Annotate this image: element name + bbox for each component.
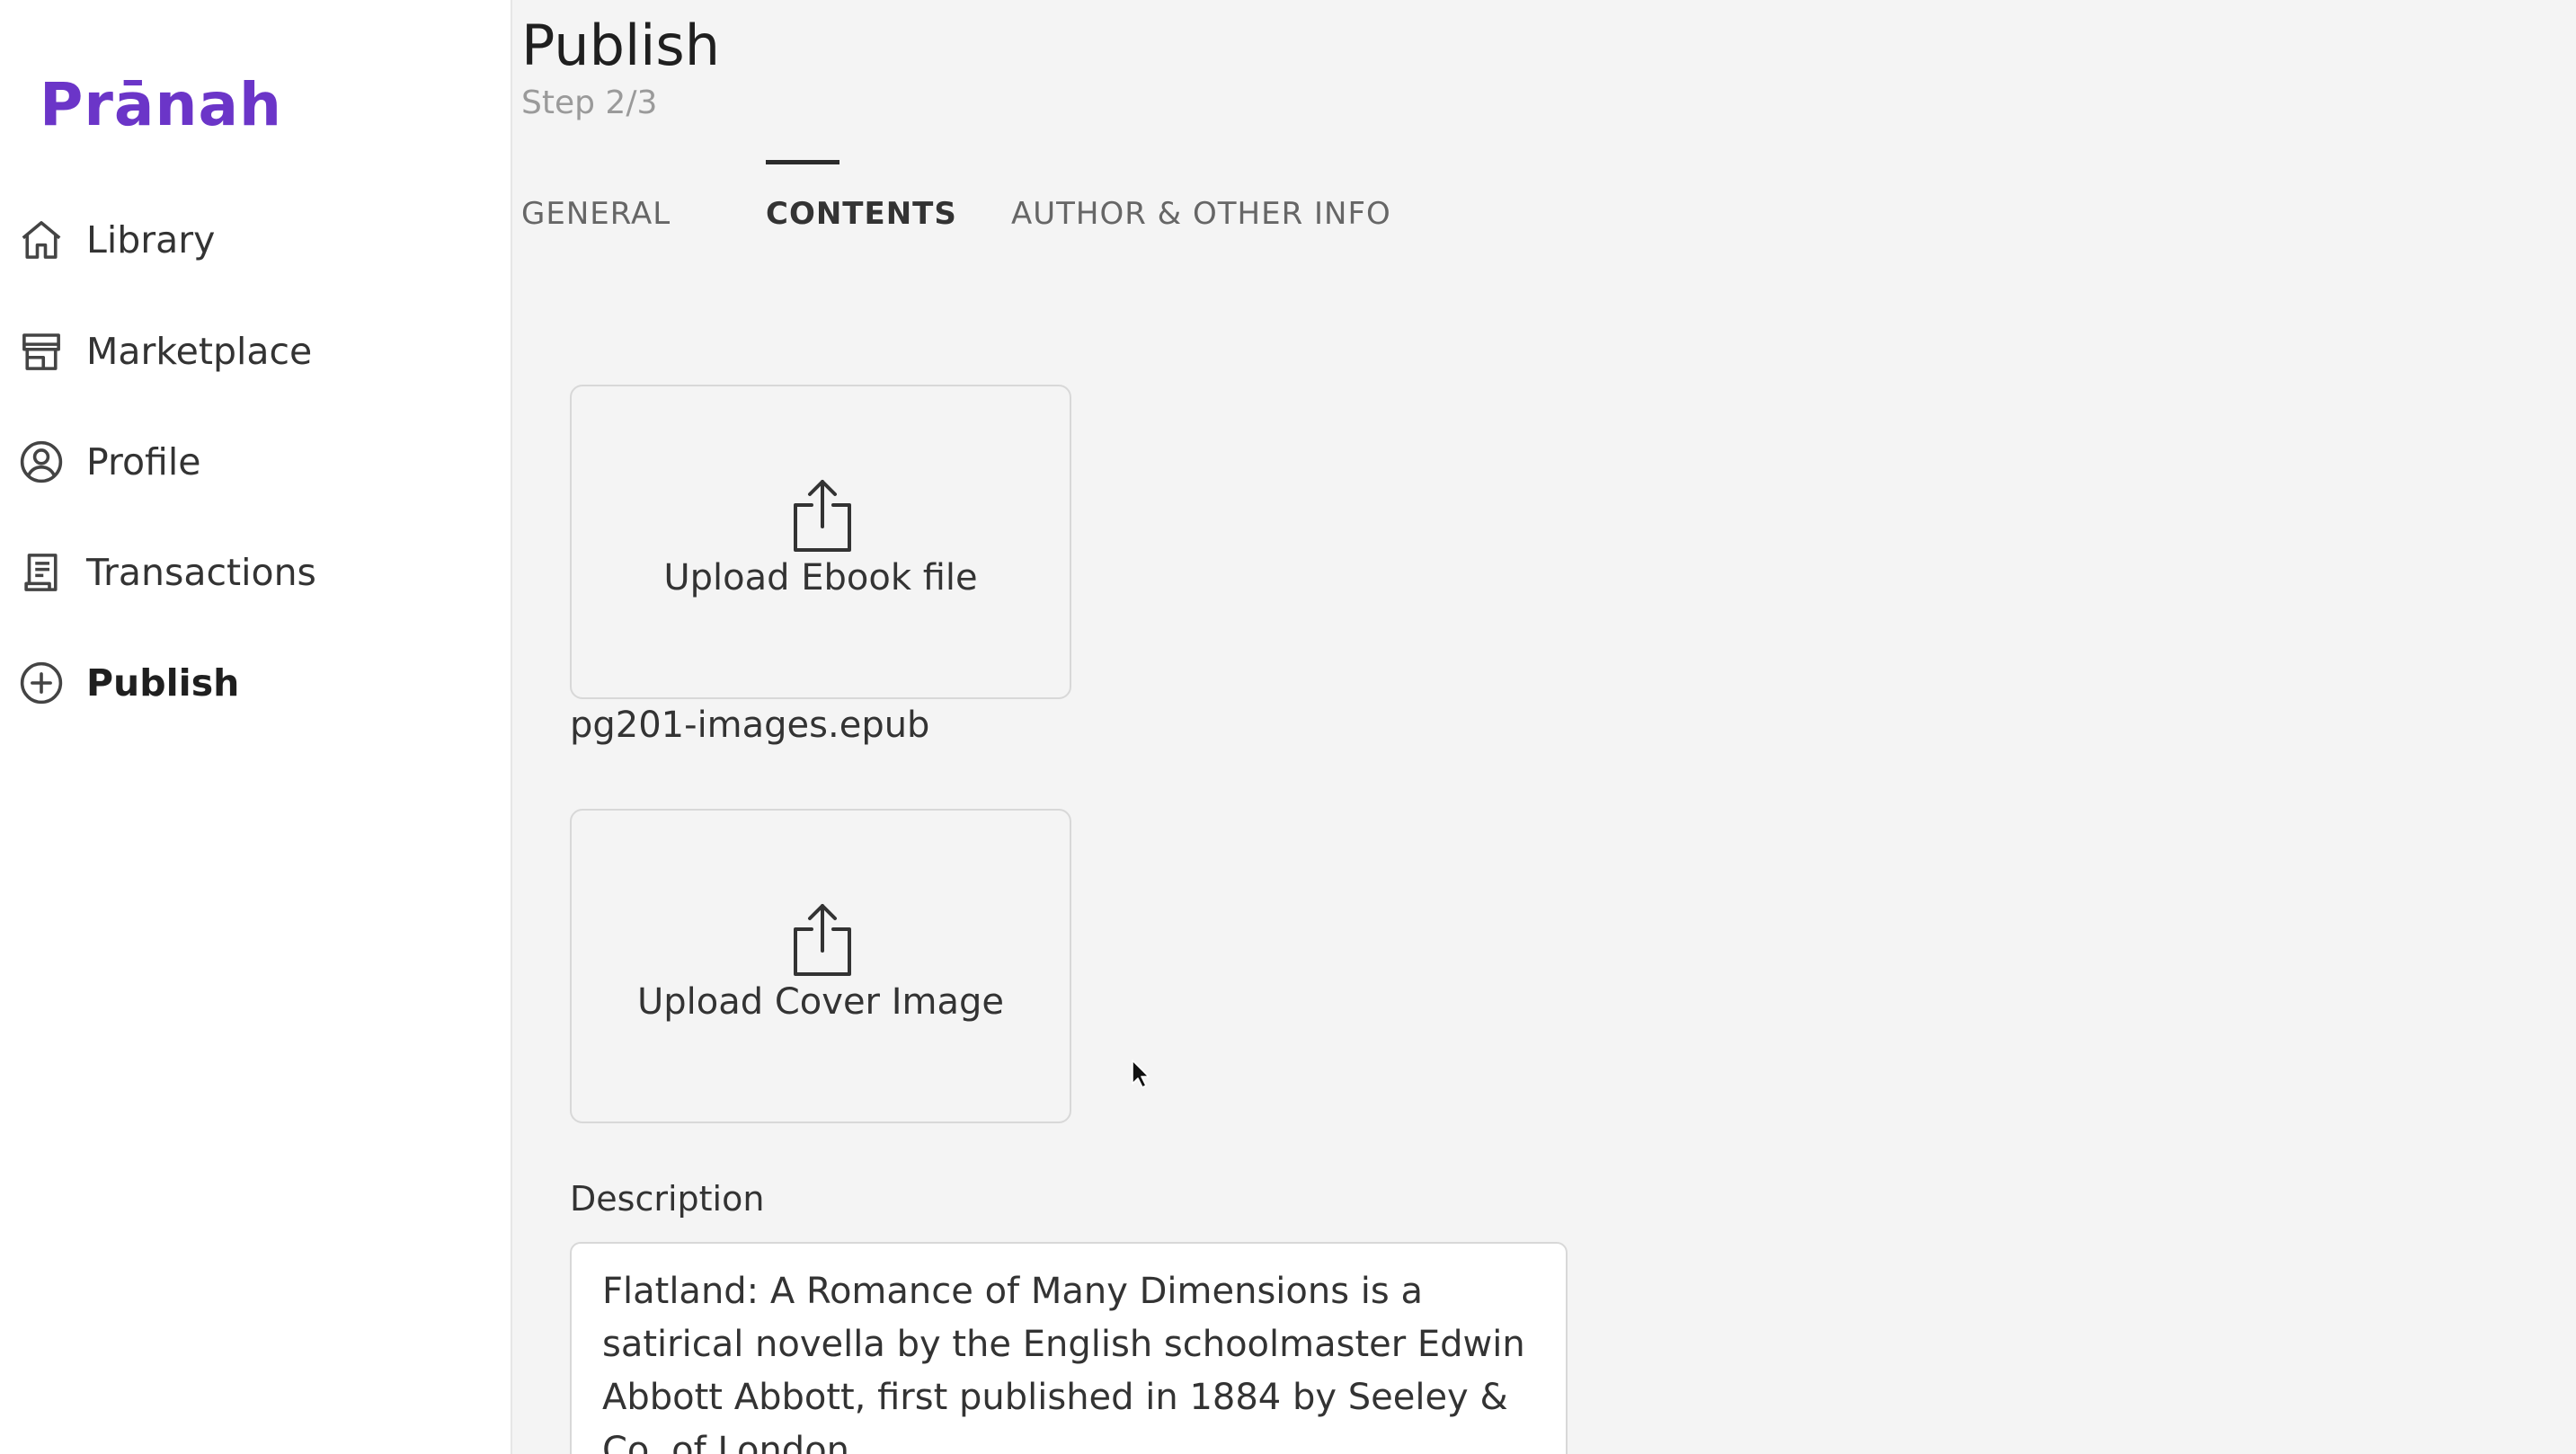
- page-title: Publish: [521, 13, 720, 78]
- upload-icon: [794, 480, 851, 552]
- upload-cover-label: Upload Cover Image: [637, 981, 1004, 1023]
- sidebar-item-label: Publish: [86, 661, 240, 705]
- step-indicator: Step 2/3: [521, 84, 658, 121]
- app-logo[interactable]: Prānah: [40, 70, 282, 139]
- sidebar-item-label: Marketplace: [86, 330, 313, 373]
- tab-author-other-info[interactable]: AUTHOR & OTHER INFO: [1011, 196, 1391, 232]
- sidebar-item-profile[interactable]: Profile: [16, 430, 484, 493]
- plus-circle-icon: [16, 658, 67, 708]
- sidebar-item-library[interactable]: Library: [16, 208, 484, 271]
- description-textarea[interactable]: Flatland: A Romance of Many Dimensions i…: [570, 1242, 1568, 1454]
- upload-ebook-button[interactable]: Upload Ebook file: [570, 385, 1071, 699]
- upload-ebook-label: Upload Ebook file: [663, 557, 978, 598]
- ebook-filename: pg201-images.epub: [570, 705, 930, 746]
- tab-general[interactable]: GENERAL: [521, 196, 671, 232]
- active-tab-indicator: [766, 160, 839, 164]
- sidebar-item-publish[interactable]: Publish: [16, 652, 484, 714]
- sidebar-item-transactions[interactable]: Transactions: [16, 541, 484, 604]
- sidebar: Prānah Library Marketplace Profile Trans…: [0, 0, 512, 1454]
- sidebar-item-marketplace[interactable]: Marketplace: [16, 320, 484, 383]
- upload-icon: [794, 904, 851, 976]
- sidebar-item-label: Transactions: [86, 551, 316, 594]
- home-icon: [16, 215, 67, 265]
- store-icon: [16, 326, 67, 377]
- mouse-cursor-icon: [1132, 1059, 1150, 1088]
- sidebar-item-label: Profile: [86, 440, 201, 483]
- app-window: Prānah Library Marketplace Profile Trans…: [0, 0, 2576, 1454]
- receipt-icon: [16, 547, 67, 598]
- tab-contents[interactable]: CONTENTS: [766, 196, 957, 232]
- sidebar-item-label: Library: [86, 218, 216, 262]
- description-label: Description: [570, 1179, 765, 1219]
- upload-cover-image-button[interactable]: Upload Cover Image: [570, 809, 1071, 1123]
- user-circle-icon: [16, 437, 67, 487]
